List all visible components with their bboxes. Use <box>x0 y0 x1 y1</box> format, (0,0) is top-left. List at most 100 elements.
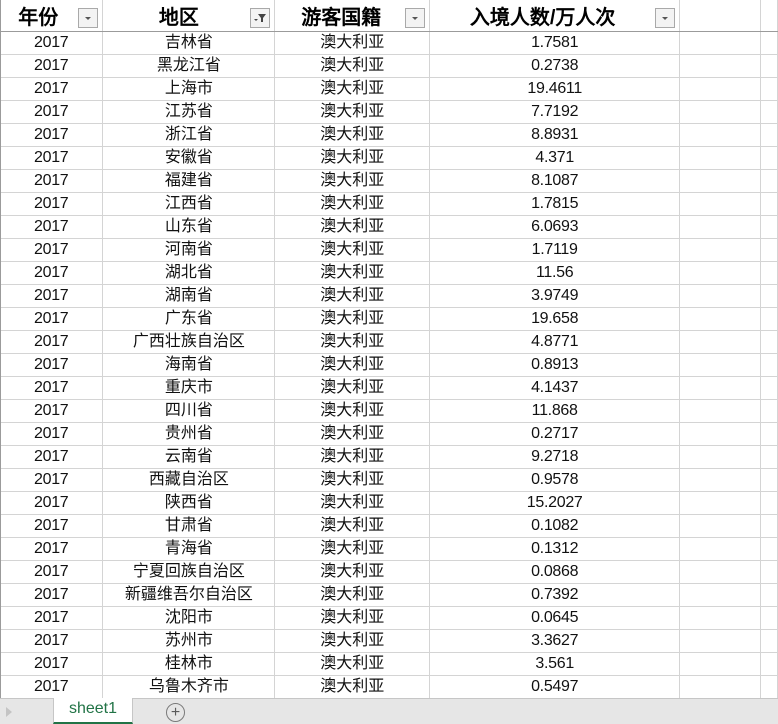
empty-cell[interactable] <box>760 652 778 676</box>
year-cell[interactable]: 2017 <box>0 514 104 538</box>
arrivals-cell[interactable]: 0.1082 <box>429 514 681 538</box>
arrivals-cell[interactable]: 15.2027 <box>429 491 681 515</box>
header-cell-arrivals[interactable]: 入境人数/万人次 <box>429 0 681 32</box>
arrivals-cell[interactable]: 6.0693 <box>429 215 681 239</box>
nationality-cell[interactable]: 澳大利亚 <box>274 606 431 630</box>
empty-cell[interactable] <box>760 77 778 101</box>
region-cell[interactable]: 乌鲁木齐市 <box>102 675 276 698</box>
empty-cell[interactable] <box>760 514 778 538</box>
empty-cell[interactable] <box>679 238 761 262</box>
arrivals-cell[interactable]: 11.56 <box>429 261 681 285</box>
empty-cell[interactable] <box>679 123 761 147</box>
empty-cell[interactable] <box>679 261 761 285</box>
empty-cell[interactable] <box>679 629 761 653</box>
arrivals-cell[interactable]: 1.7119 <box>429 238 681 262</box>
nationality-cell[interactable]: 澳大利亚 <box>274 192 431 216</box>
region-cell[interactable]: 苏州市 <box>102 629 276 653</box>
year-cell[interactable]: 2017 <box>0 100 104 124</box>
region-cell[interactable]: 青海省 <box>102 537 276 561</box>
empty-cell[interactable] <box>679 353 761 377</box>
region-cell[interactable]: 江西省 <box>102 192 276 216</box>
nationality-cell[interactable]: 澳大利亚 <box>274 77 431 101</box>
region-cell[interactable]: 上海市 <box>102 77 276 101</box>
region-cell[interactable]: 海南省 <box>102 353 276 377</box>
year-cell[interactable]: 2017 <box>0 537 104 561</box>
year-cell[interactable]: 2017 <box>0 261 104 285</box>
nationality-cell[interactable]: 澳大利亚 <box>274 330 431 354</box>
nationality-cell[interactable]: 澳大利亚 <box>274 560 431 584</box>
region-cell[interactable]: 湖南省 <box>102 284 276 308</box>
year-cell[interactable]: 2017 <box>0 284 104 308</box>
empty-cell[interactable] <box>760 422 778 446</box>
region-cell[interactable]: 吉林省 <box>102 31 276 55</box>
filter-dropdown-button[interactable] <box>655 8 676 28</box>
empty-cell[interactable] <box>760 238 778 262</box>
arrivals-cell[interactable]: 4.371 <box>429 146 681 170</box>
empty-cell[interactable] <box>760 629 778 653</box>
region-cell[interactable]: 宁夏回族自治区 <box>102 560 276 584</box>
arrivals-cell[interactable]: 0.8913 <box>429 353 681 377</box>
year-cell[interactable]: 2017 <box>0 445 104 469</box>
arrivals-cell[interactable]: 0.5497 <box>429 675 681 698</box>
empty-cell[interactable] <box>760 445 778 469</box>
filter-dropdown-button[interactable] <box>78 8 99 28</box>
arrivals-cell[interactable]: 19.4611 <box>429 77 681 101</box>
region-cell[interactable]: 贵州省 <box>102 422 276 446</box>
arrivals-cell[interactable]: 19.658 <box>429 307 681 331</box>
empty-cell[interactable] <box>679 468 761 492</box>
empty-cell[interactable] <box>679 583 761 607</box>
nationality-cell[interactable]: 澳大利亚 <box>274 123 431 147</box>
empty-cell[interactable] <box>760 215 778 239</box>
region-cell[interactable]: 桂林市 <box>102 652 276 676</box>
arrivals-cell[interactable]: 3.561 <box>429 652 681 676</box>
empty-cell[interactable] <box>760 54 778 78</box>
nationality-cell[interactable]: 澳大利亚 <box>274 31 431 55</box>
empty-cell[interactable] <box>760 123 778 147</box>
empty-cell[interactable] <box>760 192 778 216</box>
empty-cell[interactable] <box>679 560 761 584</box>
empty-cell[interactable] <box>679 284 761 308</box>
region-cell[interactable]: 重庆市 <box>102 376 276 400</box>
nationality-cell[interactable]: 澳大利亚 <box>274 169 431 193</box>
nationality-cell[interactable]: 澳大利亚 <box>274 100 431 124</box>
empty-cell[interactable] <box>760 31 778 55</box>
nationality-cell[interactable]: 澳大利亚 <box>274 491 431 515</box>
arrivals-cell[interactable]: 0.1312 <box>429 537 681 561</box>
empty-cell[interactable] <box>679 445 761 469</box>
empty-cell[interactable] <box>679 606 761 630</box>
empty-cell[interactable] <box>760 261 778 285</box>
year-cell[interactable]: 2017 <box>0 583 104 607</box>
year-cell[interactable]: 2017 <box>0 307 104 331</box>
empty-cell[interactable] <box>679 307 761 331</box>
add-sheet-button[interactable]: + <box>166 703 185 722</box>
arrivals-cell[interactable]: 8.1087 <box>429 169 681 193</box>
year-cell[interactable]: 2017 <box>0 468 104 492</box>
arrivals-cell[interactable]: 3.9749 <box>429 284 681 308</box>
empty-cell[interactable] <box>760 146 778 170</box>
year-cell[interactable]: 2017 <box>0 238 104 262</box>
arrivals-cell[interactable]: 0.9578 <box>429 468 681 492</box>
empty-cell[interactable] <box>760 169 778 193</box>
empty-cell[interactable] <box>679 330 761 354</box>
region-cell[interactable]: 浙江省 <box>102 123 276 147</box>
triangle-right-icon[interactable] <box>4 706 14 718</box>
nationality-cell[interactable]: 澳大利亚 <box>274 54 431 78</box>
empty-cell[interactable] <box>679 399 761 423</box>
nationality-cell[interactable]: 澳大利亚 <box>274 468 431 492</box>
sheet-tab-sheet1[interactable]: sheet1 <box>53 698 133 724</box>
empty-cell[interactable] <box>760 284 778 308</box>
region-cell[interactable]: 湖北省 <box>102 261 276 285</box>
region-cell[interactable]: 甘肃省 <box>102 514 276 538</box>
year-cell[interactable]: 2017 <box>0 215 104 239</box>
empty-cell[interactable] <box>679 146 761 170</box>
region-cell[interactable]: 云南省 <box>102 445 276 469</box>
nationality-cell[interactable]: 澳大利亚 <box>274 675 431 698</box>
year-cell[interactable]: 2017 <box>0 376 104 400</box>
region-cell[interactable]: 沈阳市 <box>102 606 276 630</box>
year-cell[interactable]: 2017 <box>0 54 104 78</box>
nationality-cell[interactable]: 澳大利亚 <box>274 537 431 561</box>
arrivals-cell[interactable]: 0.2717 <box>429 422 681 446</box>
year-cell[interactable]: 2017 <box>0 146 104 170</box>
region-cell[interactable]: 西藏自治区 <box>102 468 276 492</box>
nationality-cell[interactable]: 澳大利亚 <box>274 215 431 239</box>
